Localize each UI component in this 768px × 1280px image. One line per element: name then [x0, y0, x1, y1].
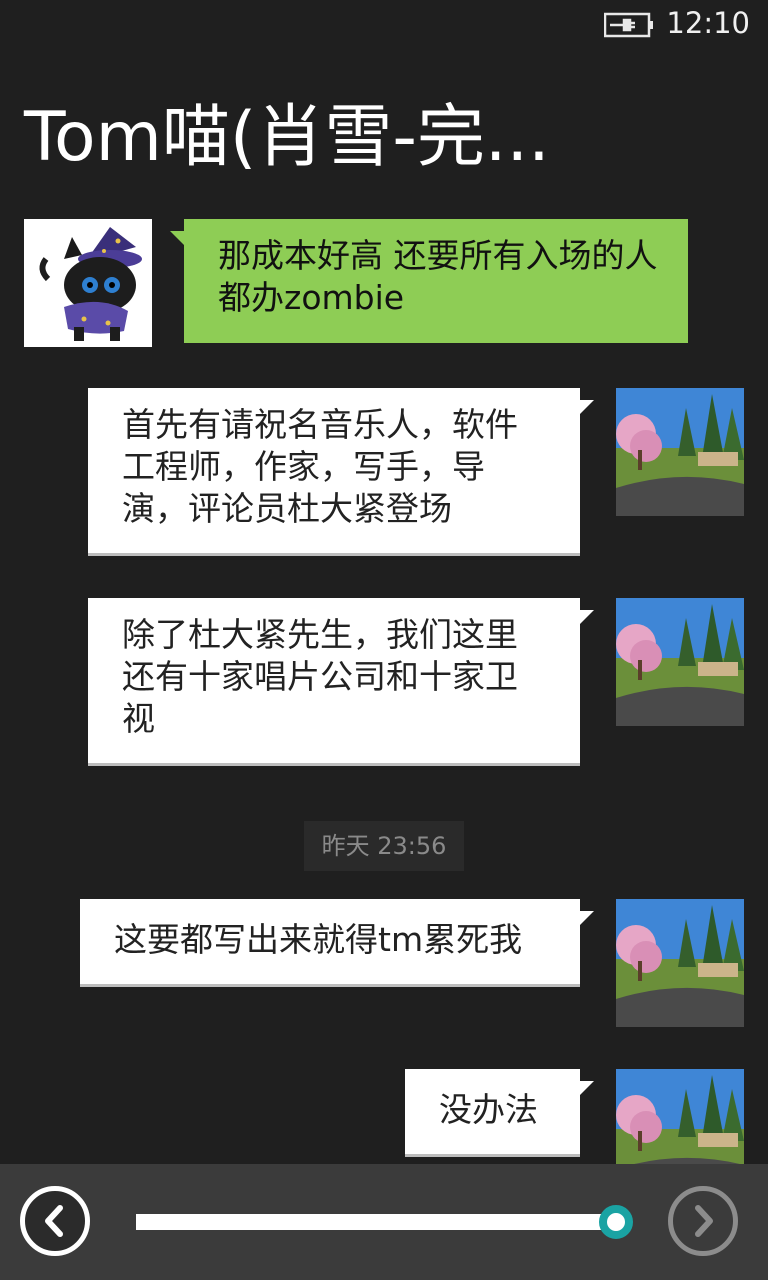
previous-button[interactable] [20, 1186, 90, 1256]
black-cat-wizard-avatar [24, 219, 152, 347]
my-avatar[interactable] [616, 598, 744, 726]
landscape-photo-avatar [616, 899, 744, 1027]
my-avatar[interactable] [616, 388, 744, 516]
chevron-left-icon [45, 1205, 63, 1237]
message-text: 这要都写出来就得tm累死我 [114, 920, 523, 959]
message-text: 除了杜大紧先生，我们这里还有十家唱片公司和十家卫视 [122, 615, 518, 738]
playback-bar [0, 1164, 768, 1280]
my-avatar[interactable] [616, 1069, 744, 1164]
message-bubble-incoming[interactable]: 那成本好高 还要所有入场的人都办zombie [170, 219, 688, 343]
progress-slider-fill [136, 1214, 616, 1230]
message-bubble-outgoing[interactable]: 没办法 [405, 1069, 594, 1157]
landscape-photo-avatar [616, 388, 744, 516]
my-avatar[interactable] [616, 899, 744, 1027]
status-time: 12:10 [666, 6, 750, 40]
message-text: 那成本好高 还要所有入场的人都办zombie [218, 236, 658, 317]
landscape-photo-avatar [616, 598, 744, 726]
message-timestamp: 昨天 23:56 [304, 821, 464, 871]
status-bar: 12:10 [0, 0, 768, 50]
conversation-title: Tom喵(肖雪-完... [24, 98, 550, 177]
progress-slider-track[interactable] [136, 1214, 616, 1230]
battery-charging-icon [603, 12, 654, 38]
next-button[interactable] [668, 1186, 738, 1256]
landscape-photo-avatar [616, 1069, 744, 1164]
message-bubble-outgoing[interactable]: 这要都写出来就得tm累死我 [80, 899, 594, 987]
message-bubble-outgoing[interactable]: 首先有请祝名音乐人，软件工程师，作家，写手，导演，评论员杜大紧登场 [88, 388, 594, 556]
message-text: 首先有请祝名音乐人，软件工程师，作家，写手，导演，评论员杜大紧登场 [122, 405, 518, 528]
contact-avatar[interactable] [24, 219, 152, 347]
chat-screen: 12:10 Tom喵(肖雪-完... 那成本好高 还要所有入场的人都办zombi… [0, 0, 768, 1280]
chevron-right-icon [695, 1205, 713, 1237]
progress-slider-thumb[interactable] [599, 1205, 633, 1239]
message-text: 没办法 [439, 1090, 538, 1129]
message-bubble-outgoing[interactable]: 除了杜大紧先生，我们这里还有十家唱片公司和十家卫视 [88, 598, 594, 766]
